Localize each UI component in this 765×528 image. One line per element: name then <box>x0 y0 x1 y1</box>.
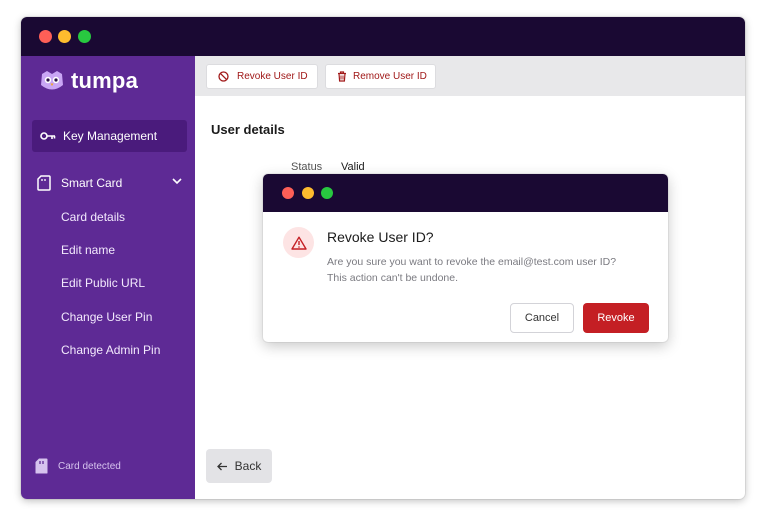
dialog-message-line: This action can't be undone. <box>327 272 459 284</box>
remove-user-id-button[interactable]: Remove User ID <box>325 64 436 89</box>
close-window-button[interactable] <box>39 30 52 43</box>
block-icon <box>218 71 229 82</box>
dialog-title: Revoke User ID? <box>327 229 434 245</box>
app-logo: tumpa <box>39 68 138 94</box>
sidebar-subitem-change-admin-pin[interactable]: Change Admin Pin <box>61 343 160 357</box>
revoke-user-id-label: Revoke User ID <box>237 71 308 82</box>
tumpa-owl-icon <box>41 71 63 90</box>
maximize-window-button[interactable] <box>78 30 91 43</box>
sidebar: tumpa Key Management Smart Card Card det… <box>21 56 195 499</box>
sidebar-subitem-edit-name[interactable]: Edit name <box>61 243 115 257</box>
dialog-minimize-button[interactable] <box>302 187 314 199</box>
sd-card-icon <box>37 175 51 191</box>
sidebar-item-label: Key Management <box>63 129 158 143</box>
dialog-close-button[interactable] <box>282 187 294 199</box>
sidebar-item-smart-card[interactable]: Smart Card <box>37 172 183 194</box>
toolbar: Revoke User ID Remove User ID <box>195 56 745 96</box>
revoke-button[interactable]: Revoke <box>583 303 649 333</box>
sidebar-item-key-management[interactable]: Key Management <box>32 120 187 152</box>
revoke-user-id-button[interactable]: Revoke User ID <box>206 64 318 89</box>
window-titlebar <box>21 17 745 56</box>
warning-badge <box>283 227 314 258</box>
arrow-left-icon <box>216 462 227 470</box>
warning-icon <box>290 236 307 250</box>
sidebar-subitem-edit-public-url[interactable]: Edit Public URL <box>61 276 145 290</box>
dialog-maximize-button[interactable] <box>321 187 333 199</box>
card-status: Card detected <box>35 458 121 474</box>
status-value: Valid <box>341 161 365 173</box>
minimize-window-button[interactable] <box>58 30 71 43</box>
app-name: tumpa <box>71 68 138 93</box>
remove-user-id-label: Remove User ID <box>353 71 427 82</box>
sd-card-icon <box>35 458 48 474</box>
sidebar-item-label: Smart Card <box>61 176 123 190</box>
status-label: Status <box>291 161 323 173</box>
cancel-button[interactable]: Cancel <box>510 303 574 333</box>
dialog-message: Are you sure you want to revoke the emai… <box>327 254 657 286</box>
dialog-message-line: Are you sure you want to revoke the emai… <box>327 256 617 268</box>
trash-icon <box>338 71 346 82</box>
page-title: User details <box>211 122 285 137</box>
sidebar-subitem-change-user-pin[interactable]: Change User Pin <box>61 310 152 324</box>
back-label: Back <box>234 459 262 473</box>
card-status-label: Card detected <box>58 460 121 472</box>
key-icon <box>40 132 56 140</box>
dialog-titlebar <box>263 174 668 212</box>
sidebar-subitem-card-details[interactable]: Card details <box>61 210 125 224</box>
revoke-dialog: Revoke User ID? Are you sure you want to… <box>263 174 668 342</box>
chevron-down-icon[interactable] <box>171 176 183 186</box>
back-button[interactable]: Back <box>206 449 272 483</box>
